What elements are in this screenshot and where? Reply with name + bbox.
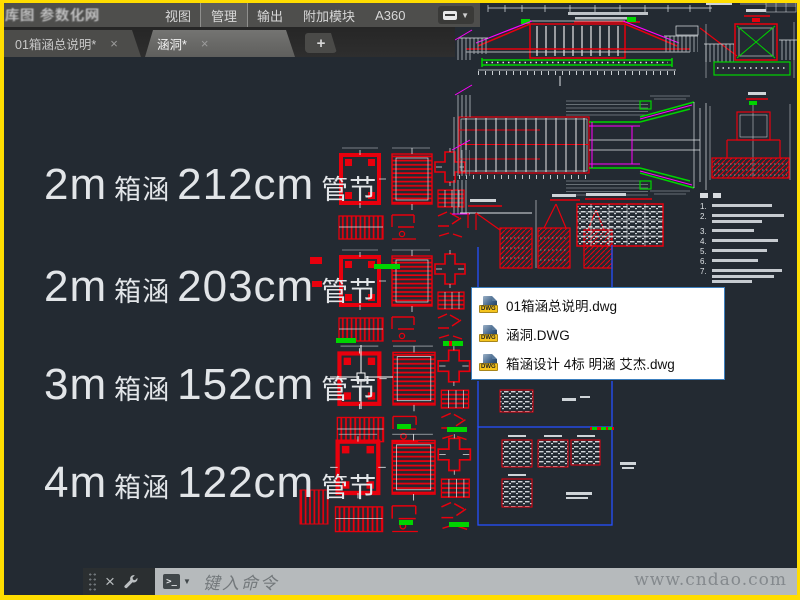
size-label-2: 2m 箱涵 203cm 管节 bbox=[44, 262, 378, 311]
menu-item-a360[interactable]: A360 bbox=[365, 5, 415, 26]
menu-bar: 库图 参数化网 视图 管理 输出 附加模块 A360 ▼ bbox=[3, 1, 480, 29]
apron-details-and-table bbox=[460, 193, 664, 287]
note-line: 5. bbox=[700, 248, 797, 256]
size-label-1: 2m 箱涵 212cm 管节 bbox=[44, 160, 378, 209]
menu-item-output[interactable]: 输出 bbox=[247, 3, 293, 28]
tab-box-culvert-notes[interactable]: 01箱涵总说明* × bbox=[3, 30, 141, 57]
menu-item-manage[interactable]: 管理 bbox=[200, 1, 249, 29]
dwg-file-icon: DWG bbox=[479, 354, 498, 371]
file-row[interactable]: DWG 涵洞.DWG bbox=[472, 319, 724, 348]
close-tab-icon[interactable]: × bbox=[201, 37, 209, 50]
note-line: 3. bbox=[700, 228, 797, 236]
size-label-4: 4m 箱涵 122cm 管节 bbox=[44, 458, 378, 507]
wingwall-hatch-fragments bbox=[451, 29, 473, 215]
notes-list: 1. 2. 3. 4. 5. 6. 7. bbox=[700, 193, 797, 290]
note-line: 2. bbox=[700, 213, 797, 225]
culvert-elevation-view bbox=[458, 5, 712, 86]
file-list-popup: DWG 01箱涵总说明.dwg DWG 涵洞.DWG DWG 箱涵设计 4标 明… bbox=[471, 287, 725, 380]
command-prompt-icon[interactable]: >_ bbox=[163, 574, 180, 589]
right-column-details bbox=[699, 0, 797, 180]
note-line: 1. bbox=[700, 203, 797, 211]
crop-border-left bbox=[0, 0, 4, 600]
command-input-field[interactable]: >_ ▼ 键入命令 www.cndao.com bbox=[155, 568, 797, 595]
drawing-tab-bar: 01箱涵总说明* × 涵洞* × + bbox=[3, 27, 455, 57]
menu-item-view[interactable]: 视图 bbox=[155, 3, 201, 28]
chevron-down-icon: ▼ bbox=[461, 10, 469, 20]
close-command-bar-icon[interactable]: × bbox=[105, 573, 115, 590]
autocad-window: 2m 箱涵 212cm 管节 2m 箱涵 203cm 管节 3m 箱涵 152c… bbox=[0, 0, 800, 600]
command-bar-controls: × bbox=[83, 568, 155, 595]
wrench-icon[interactable] bbox=[123, 574, 138, 589]
ribbon-collapse-button[interactable]: ▼ bbox=[438, 6, 474, 24]
tab-culvert-active[interactable]: 涵洞* × bbox=[145, 30, 295, 57]
dwg-file-icon: DWG bbox=[479, 325, 498, 342]
menu-item-addins[interactable]: 附加模块 bbox=[293, 3, 365, 28]
notes-header bbox=[700, 193, 797, 198]
new-drawing-tab-button[interactable]: + bbox=[305, 33, 337, 53]
note-line: 7. bbox=[700, 268, 797, 286]
crop-border-bottom bbox=[0, 595, 800, 600]
screen-icon bbox=[443, 10, 458, 20]
close-tab-icon[interactable]: × bbox=[110, 37, 118, 50]
dwg-file-icon: DWG bbox=[479, 296, 498, 313]
note-line: 6. bbox=[700, 258, 797, 266]
recent-commands-dropdown-icon[interactable]: ▼ bbox=[183, 577, 191, 586]
site-watermark: www.cndao.com bbox=[634, 570, 787, 590]
command-line-bar: × >_ ▼ 键入命令 www.cndao.com bbox=[83, 568, 797, 595]
crop-border-top bbox=[0, 0, 800, 3]
file-row[interactable]: DWG 01箱涵总说明.dwg bbox=[472, 290, 724, 319]
command-placeholder: 键入命令 bbox=[202, 574, 279, 593]
culvert-plan-view bbox=[452, 95, 707, 196]
watermark-overlay: 库图 参数化网 bbox=[5, 7, 100, 23]
note-line: 4. bbox=[700, 238, 797, 246]
drag-grip[interactable] bbox=[88, 572, 97, 591]
layout-viewport-tables bbox=[477, 381, 636, 526]
file-row[interactable]: DWG 箱涵设计 4标 明涵 艾杰.dwg bbox=[472, 348, 724, 377]
size-label-3: 3m 箱涵 152cm 管节 bbox=[44, 360, 378, 409]
